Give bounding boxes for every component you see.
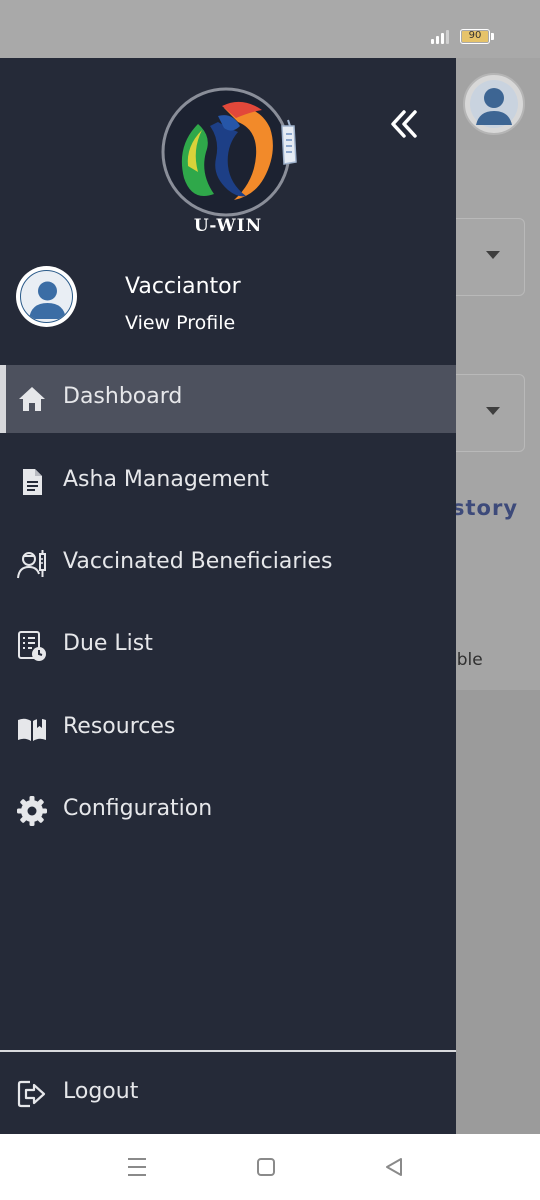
menu-item-resources[interactable]: Resources [0,695,456,763]
menu-item-label: Due List [63,631,153,656]
nurse-syringe-icon [17,550,46,579]
battery-tip [491,33,494,40]
menu-item-label: Dashboard [63,384,183,409]
menu-item-vaccinated-beneficiaries[interactable]: Vaccinated Beneficiaries [0,530,456,598]
menu-item-label: Asha Management [63,467,269,492]
user-profile[interactable]: Vacciantor View Profile [16,266,436,342]
home-square-icon[interactable] [252,1154,280,1180]
system-navigation-bar [0,1134,540,1200]
u-win-logo: U-WIN [158,86,298,240]
gear-icon [17,796,47,826]
navigation-drawer: U-WIN Vacciantor View Profile Dashboard [0,58,456,1134]
view-profile-link[interactable]: View Profile [125,312,235,334]
recent-apps-menu-icon[interactable] [123,1154,151,1180]
caret-down-icon [486,251,500,259]
battery-level: 90 [468,30,482,41]
status-bar: 90 [0,0,540,58]
profile-avatar[interactable] [16,266,77,327]
double-chevron-left-icon [391,110,417,138]
battery-icon: 90 [460,29,490,44]
checklist-clock-icon [18,631,46,661]
menu-item-label: Configuration [63,796,213,821]
menu-item-due-list[interactable]: Due List [0,612,456,680]
logo-text: U-WIN [193,216,263,236]
background-history-link[interactable]: story [452,496,518,520]
menu-item-asha-management[interactable]: Asha Management [0,448,456,516]
caret-down-icon [486,407,500,415]
logout-icon [17,1080,46,1108]
menu-item-dashboard[interactable]: Dashboard [0,365,456,433]
home-icon [19,387,45,411]
menu-item-label: Resources [63,714,176,739]
background-eligible-text: ible [452,650,483,670]
collapse-drawer-button[interactable] [384,106,422,142]
menu-item-configuration[interactable]: Configuration [0,777,456,845]
profile-name: Vacciantor [125,274,241,299]
back-triangle-icon[interactable] [381,1154,409,1180]
user-avatar-icon [20,270,73,323]
logout-button[interactable]: Logout [0,1052,456,1134]
menu-item-label: Vaccinated Beneficiaries [63,549,333,574]
header-avatar-icon[interactable] [463,73,525,135]
signal-icon [431,30,449,44]
document-icon [23,469,42,495]
open-book-icon [18,717,46,741]
logout-label: Logout [63,1079,139,1104]
